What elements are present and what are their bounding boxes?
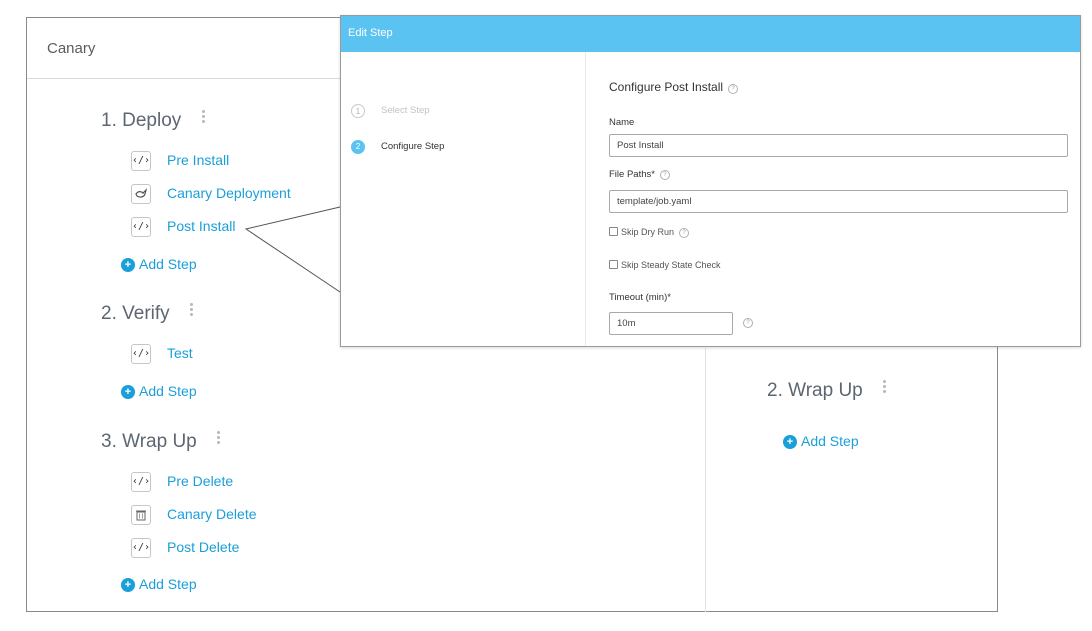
- code-icon: ‹/›: [131, 472, 151, 492]
- workflow-title: Canary: [47, 40, 96, 57]
- section-title-wrap-up: 3. Wrap Up: [101, 429, 225, 453]
- timeout-label: Timeout (min)*: [609, 292, 671, 303]
- add-step-label: Add Step: [139, 576, 197, 592]
- code-icon: ‹/›: [131, 344, 151, 364]
- step-number-badge: 1: [351, 104, 365, 118]
- file-paths-input[interactable]: [609, 190, 1068, 213]
- skip-steady-state-checkbox-row[interactable]: Skip Steady State Check: [609, 260, 721, 270]
- wizard-step-label: Configure Step: [381, 141, 445, 152]
- code-icon: ‹/›: [131, 217, 151, 237]
- skip-dry-run-label: Skip Dry Run: [621, 227, 675, 237]
- content-title: Configure Post Install?: [609, 80, 739, 94]
- name-input[interactable]: [609, 134, 1068, 157]
- code-icon: ‹/›: [131, 538, 151, 558]
- skip-dry-run-checkbox[interactable]: [609, 227, 618, 236]
- add-step-label: Add Step: [801, 433, 859, 449]
- plus-circle-icon: +: [121, 578, 135, 592]
- kebab-menu-icon[interactable]: [186, 301, 198, 318]
- wizard-step-label: Select Step: [381, 105, 430, 116]
- name-label: Name: [609, 117, 635, 128]
- section-title-text: 2. Verify: [101, 303, 170, 324]
- timeout-input[interactable]: [609, 312, 733, 335]
- step-number-badge: 2: [351, 140, 365, 154]
- step-label[interactable]: Canary Delete: [167, 506, 257, 522]
- step-label[interactable]: Pre Delete: [167, 473, 233, 489]
- section-title-text: 1. Deploy: [101, 110, 182, 131]
- step-label[interactable]: Post Install: [167, 218, 235, 234]
- help-icon[interactable]: ?: [728, 84, 739, 94]
- trash-icon: [131, 505, 151, 525]
- step-label[interactable]: Canary Deployment: [167, 185, 291, 201]
- add-step-label: Add Step: [139, 256, 197, 272]
- dialog-header: Edit Step: [341, 16, 1080, 52]
- step-label[interactable]: Post Delete: [167, 539, 239, 555]
- kebab-menu-icon[interactable]: [879, 378, 891, 395]
- kebab-menu-icon[interactable]: [197, 108, 209, 125]
- step-label[interactable]: Pre Install: [167, 152, 229, 168]
- step-label[interactable]: Test: [167, 345, 193, 361]
- column-divider: [705, 348, 706, 612]
- file-paths-label: File Paths*?: [609, 169, 670, 180]
- skip-dry-run-checkbox-row[interactable]: Skip Dry Run?: [609, 227, 690, 238]
- kebab-menu-icon[interactable]: [213, 429, 225, 446]
- bird-icon: [131, 184, 151, 204]
- section-title-text: 3. Wrap Up: [101, 431, 197, 452]
- section-title-verify: 2. Verify: [101, 301, 198, 325]
- section-title-right-wrap-up: 2. Wrap Up: [767, 378, 891, 402]
- skip-steady-state-checkbox[interactable]: [609, 260, 618, 269]
- help-icon[interactable]: ?: [743, 318, 753, 328]
- help-icon[interactable]: ?: [659, 170, 670, 180]
- wizard-sidebar: 1 Select Step 2 Configure Step: [341, 52, 586, 346]
- content-title-text: Configure Post Install: [609, 80, 724, 94]
- plus-circle-icon: +: [783, 435, 797, 449]
- dialog-content: Configure Post Install? Name File Paths*…: [609, 52, 1069, 346]
- plus-circle-icon: +: [121, 258, 135, 272]
- code-icon: ‹/›: [131, 151, 151, 171]
- section-title-deploy: 1. Deploy: [101, 108, 209, 132]
- skip-steady-state-label: Skip Steady State Check: [621, 260, 721, 270]
- dialog-title: Edit Step: [348, 27, 393, 39]
- add-step-label: Add Step: [139, 383, 197, 399]
- plus-circle-icon: +: [121, 385, 135, 399]
- edit-step-dialog: Edit Step 1 Select Step 2 Configure Step…: [340, 15, 1081, 347]
- section-title-text: 2. Wrap Up: [767, 380, 863, 401]
- help-icon[interactable]: ?: [679, 228, 690, 238]
- file-paths-label-text: File Paths*: [609, 169, 655, 180]
